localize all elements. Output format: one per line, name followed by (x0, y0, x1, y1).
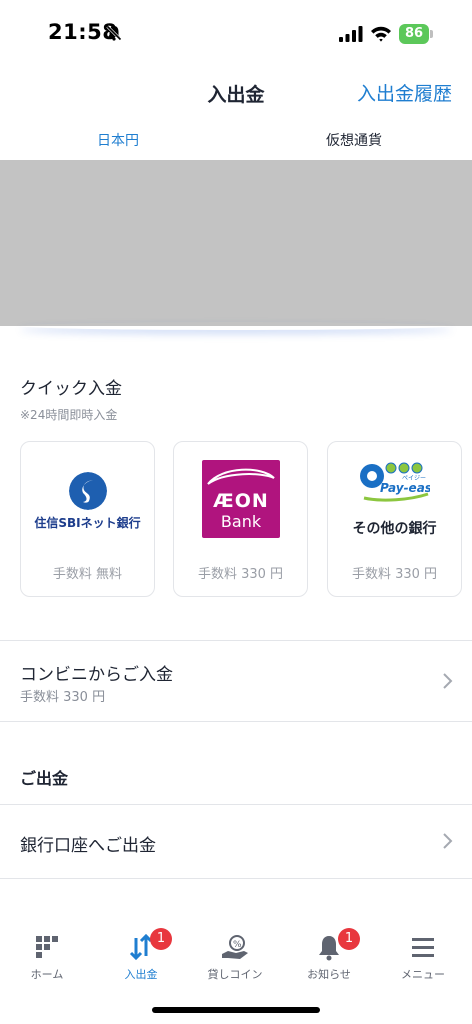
divider (0, 804, 472, 805)
tab-crypto[interactable]: 仮想通貨 (236, 130, 472, 150)
sbi-bank-name: 住信SBIネット銀行 (34, 516, 141, 530)
home-indicator[interactable] (152, 1007, 320, 1013)
quick-deposit-subtitle: ※24時間即時入金 (20, 408, 118, 422)
other-bank-card[interactable]: ペイジー Pay-easy その他の銀行 手数料 330 円 (327, 441, 462, 597)
nav-notice-label: お知らせ (307, 968, 351, 981)
home-grid-icon (36, 936, 58, 958)
convenience-fee: 手数料 330 円 (20, 690, 106, 705)
card-fee: 手数料 330 円 (197, 567, 284, 582)
nav-transfer-label: 入出金 (124, 968, 158, 981)
nav-transfer[interactable]: 1 入出金 (94, 920, 188, 990)
aeon-bank-logo: ÆON Bank (202, 460, 280, 538)
panel-shadow (20, 322, 452, 330)
chevron-right-icon (443, 673, 453, 689)
nav-home[interactable]: ホーム (0, 920, 94, 990)
divider (0, 640, 472, 641)
other-bank-name: その他の銀行 (352, 521, 437, 537)
redacted-balance-area (0, 160, 472, 326)
sbi-logo-icon (69, 472, 107, 510)
pay-easy-logo: ペイジー Pay-easy (360, 462, 430, 502)
nav-notice[interactable]: 1 お知らせ (282, 920, 376, 990)
quick-deposit-title: クイック入金 (20, 379, 122, 399)
aeon-bank-card[interactable]: ÆON Bank 手数料 330 円 (173, 441, 308, 597)
nav-home-label: ホーム (30, 968, 64, 981)
status-bar: 21:58 86 (0, 0, 472, 70)
battery-indicator: 86 (399, 24, 433, 44)
chevron-right-icon (443, 833, 453, 849)
nav-lend-label: 貸しコイン (207, 968, 263, 981)
svg-text:%: % (233, 940, 242, 950)
nav-menu[interactable]: メニュー (376, 920, 470, 990)
bell-muted-icon (106, 25, 122, 41)
nav-menu-label: メニュー (401, 968, 445, 981)
card-fee: 手数料 330 円 (351, 567, 438, 582)
bank-withdraw-title: 銀行口座へご出金 (20, 836, 156, 856)
convenience-title: コンビニからご入金 (20, 665, 173, 685)
bottom-nav: ホーム 1 入出金 % 貸しコイン 1 お知らせ メニュー (0, 920, 472, 990)
history-link[interactable]: 入出金履歴 (357, 79, 452, 106)
lend-coin-icon: % (222, 935, 248, 959)
aeon-logo-bank: Bank (220, 512, 262, 531)
divider (0, 721, 472, 722)
wifi-icon (371, 26, 391, 42)
nav-notice-badge: 1 (338, 928, 360, 950)
nav-transfer-badge: 1 (150, 928, 172, 950)
pay-easy-text: Pay-easy (380, 481, 430, 495)
menu-icon (412, 938, 434, 957)
aeon-logo-word: ÆON (213, 490, 269, 512)
withdraw-heading: ご出金 (20, 769, 69, 788)
card-fee: 手数料 無料 (52, 567, 123, 582)
cellular-signal-icon (339, 26, 363, 42)
header: 入出金 入出金履歴 (0, 70, 472, 120)
currency-tabs: 日本円 仮想通貨 (0, 122, 472, 158)
divider (0, 878, 472, 879)
tab-jpy[interactable]: 日本円 (0, 130, 236, 150)
sbi-bank-card[interactable]: 住信SBIネット銀行 手数料 無料 (20, 441, 155, 597)
battery-tip (430, 30, 433, 38)
battery-level: 86 (399, 24, 429, 44)
nav-lend[interactable]: % 貸しコイン (188, 920, 282, 990)
